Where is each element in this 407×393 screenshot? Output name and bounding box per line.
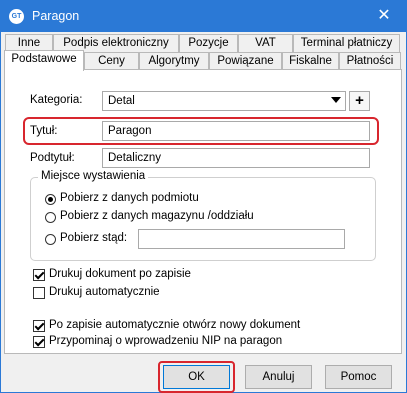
tab-vat[interactable]: VAT (238, 34, 293, 52)
checkbox-drukuj-automatycznie[interactable] (33, 287, 45, 299)
radio-pobierz-z-podmiotu-label[interactable]: Pobierz z danych podmiotu (60, 192, 199, 204)
window-title: Paragon (32, 9, 80, 23)
checkbox-drukuj-automatycznie-label[interactable]: Drukuj automatycznie (49, 286, 160, 298)
podtytul-label: Podtytuł: (30, 152, 75, 164)
pobierz-stad-input[interactable] (138, 229, 345, 249)
checkbox-otworz-nowy[interactable] (33, 320, 45, 332)
checkbox-przypominaj-nip[interactable] (33, 336, 45, 348)
tab-fiskalne[interactable]: Fiskalne (282, 52, 339, 70)
checkbox-drukuj-po-zapisie[interactable] (33, 269, 45, 281)
checkbox-drukuj-po-zapisie-label[interactable]: Drukuj dokument po zapisie (49, 268, 191, 280)
app-logo-icon: GT (9, 9, 24, 24)
kategoria-select[interactable]: Detal (102, 91, 346, 111)
dropdown-arrow-icon (331, 97, 341, 103)
radio-pobierz-z-magazynu[interactable] (45, 212, 56, 223)
tab-pozycje[interactable]: Pozycje (179, 34, 238, 52)
checkbox-otworz-nowy-label[interactable]: Po zapisie automatycznie otwórz nowy dok… (49, 319, 300, 331)
miejsce-wystawienia-title: Miejsce wystawienia (38, 170, 149, 182)
radio-pobierz-z-magazynu-label[interactable]: Pobierz z danych magazynu /oddziału (60, 210, 254, 222)
radio-pobierz-stad[interactable] (45, 234, 56, 245)
tab-powiazane[interactable]: Powiązane (209, 52, 282, 70)
tytul-label: Tytuł: (30, 125, 58, 137)
tab-ceny[interactable]: Ceny (84, 52, 139, 70)
help-button[interactable]: Pomoc (325, 365, 392, 389)
tab-terminal-platniczy[interactable]: Terminal płatniczy (293, 34, 400, 52)
podtytul-input[interactable]: Detaliczny (102, 148, 370, 168)
tab-platnosci[interactable]: Płatności (339, 52, 401, 70)
cancel-button[interactable]: Anuluj (245, 365, 312, 389)
kategoria-value: Detal (108, 95, 135, 107)
ok-button[interactable]: OK (163, 365, 230, 389)
tab-algorytmy[interactable]: Algorytmy (139, 52, 209, 70)
tytul-input[interactable]: Paragon (102, 121, 370, 141)
title-bar: GT Paragon ✕ (1, 1, 406, 32)
dialog-window: GT Paragon ✕ Inne Podpis elektroniczny P… (0, 0, 407, 393)
kategoria-label: Kategoria: (30, 94, 83, 106)
radio-pobierz-z-podmiotu[interactable] (45, 194, 56, 205)
checkbox-przypominaj-nip-label[interactable]: Przypominaj o wprowadzeniu NIP na parago… (49, 335, 282, 347)
add-kategoria-button[interactable]: + (349, 91, 370, 111)
close-icon[interactable]: ✕ (374, 6, 394, 26)
tab-podstawowe[interactable]: Podstawowe (4, 50, 84, 71)
radio-pobierz-stad-label[interactable]: Pobierz stąd: (60, 232, 127, 244)
